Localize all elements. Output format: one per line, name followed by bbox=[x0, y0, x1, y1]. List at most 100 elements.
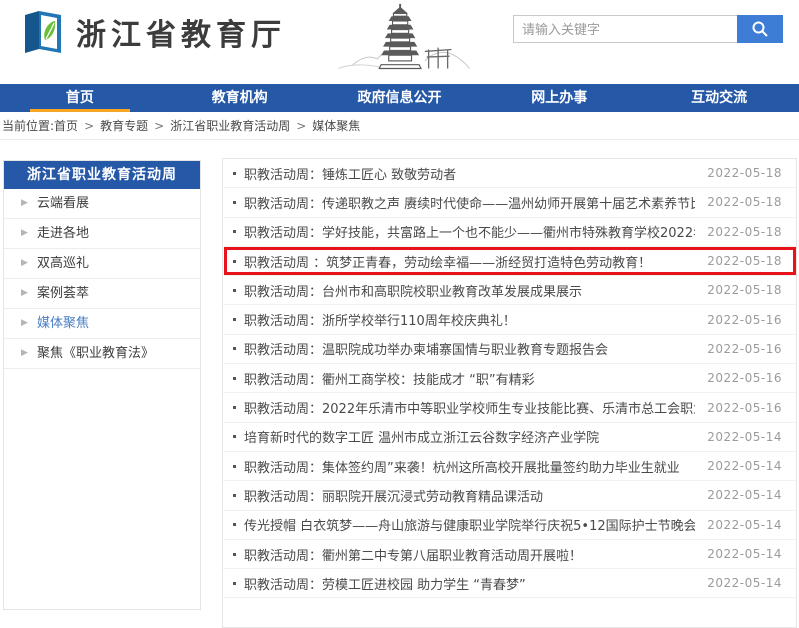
news-list: 职教活动周：锤炼工匠心 致敬劳动者 2022-05-18 职教活动周：传递职教之声 … bbox=[222, 158, 797, 628]
nav-item-首页[interactable]: 首页 bbox=[0, 84, 160, 112]
bullet-icon bbox=[233, 406, 236, 409]
bullet-icon bbox=[233, 553, 236, 556]
sidebar-item-label: 走进各地 bbox=[37, 226, 89, 241]
news-title: 职教活动周：学好技能，共富路上一个也不能少——衢州市特殊教育学校2022年职业教… bbox=[244, 222, 695, 241]
sidebar-item-label: 双高巡礼 bbox=[37, 256, 89, 271]
bullet-icon bbox=[233, 347, 236, 350]
news-date: 2022-05-18 bbox=[707, 283, 782, 297]
bullet-icon bbox=[233, 172, 236, 175]
news-title: 职教活动周：衢州工商学校：技能成才 “职”有精彩 bbox=[244, 369, 695, 388]
triangle-right-icon: ▶ bbox=[21, 249, 28, 278]
triangle-right-icon: ▶ bbox=[21, 309, 28, 338]
sidebar-items: ▶云端看展▶走进各地▶双高巡礼▶案例荟萃▶媒体聚焦▶聚焦《职业教育法》 bbox=[4, 189, 200, 369]
news-date: 2022-05-14 bbox=[707, 459, 782, 473]
news-row[interactable]: 职教活动周：台州市和高职院校职业教育改革发展成果展示 2022-05-18 bbox=[223, 276, 796, 305]
bullet-icon bbox=[233, 377, 236, 380]
news-date: 2022-05-18 bbox=[707, 166, 782, 180]
sidebar-item-label: 聚焦《职业教育法》 bbox=[37, 346, 154, 361]
news-date: 2022-05-16 bbox=[707, 313, 782, 327]
news-title: 职教活动周：台州市和高职院校职业教育改革发展成果展示 bbox=[244, 281, 695, 300]
bullet-icon bbox=[233, 494, 236, 497]
news-title: 职教活动周：丽职院开展沉浸式劳动教育精品课活动 bbox=[244, 486, 695, 505]
news-title: 职教活动周：传递职教之声 赓续时代使命——温州幼师开展第十届艺术素养节比赛暨职业… bbox=[244, 193, 695, 212]
news-date: 2022-05-18 bbox=[707, 195, 782, 209]
news-title: 职教活动周：衢州第二中专第八届职业教育活动周开展啦！ bbox=[244, 545, 695, 564]
news-row[interactable]: 职教活动周：传递职教之声 赓续时代使命——温州幼师开展第十届艺术素养节比赛暨职业… bbox=[223, 188, 796, 217]
search-button[interactable] bbox=[737, 15, 783, 43]
page-header: 浙江省教育厅 bbox=[0, 0, 799, 84]
news-date: 2022-05-16 bbox=[707, 342, 782, 356]
news-row[interactable]: 职教活动周：集体签约周”来袭！杭州这所高校开展批量签约助力毕业生就业 2022-0… bbox=[223, 452, 796, 481]
news-row[interactable]: 职教活动周：温职院成功举办柬埔寨国情与职业教育专题报告会 2022-05-16 bbox=[223, 335, 796, 364]
bullet-icon bbox=[233, 582, 236, 585]
sidebar-item-案例荟萃[interactable]: ▶案例荟萃 bbox=[4, 279, 200, 309]
sidebar-item-label: 媒体聚焦 bbox=[37, 316, 89, 331]
nav-item-互动交流[interactable]: 互动交流 bbox=[639, 84, 799, 112]
breadcrumb-item-首页[interactable]: 首页 bbox=[54, 119, 78, 133]
bullet-icon bbox=[233, 465, 236, 468]
search-input[interactable] bbox=[513, 15, 737, 43]
news-date: 2022-05-18 bbox=[707, 254, 782, 268]
news-row[interactable]: 职教活动周：浙所学校举行110周年校庆典礼！ 2022-05-16 bbox=[223, 305, 796, 334]
triangle-right-icon: ▶ bbox=[21, 219, 28, 248]
sidebar-item-双高巡礼[interactable]: ▶ 双高巡礼 bbox=[4, 249, 200, 279]
pagoda-sketch bbox=[330, 2, 475, 78]
breadcrumb-separator: > bbox=[154, 119, 164, 133]
news-title: 传光授帽 白衣筑梦——舟山旅游与健康职业学院举行庆祝5•12国际护士节晚会 bbox=[244, 515, 695, 534]
nav-item-政府信息公开[interactable]: 政府信息公开 bbox=[320, 84, 480, 112]
news-date: 2022-05-18 bbox=[707, 225, 782, 239]
news-date: 2022-05-14 bbox=[707, 576, 782, 590]
news-date: 2022-05-14 bbox=[707, 547, 782, 561]
sidebar-item-云端看展[interactable]: ▶ 云端看展 bbox=[4, 189, 200, 219]
triangle-right-icon: ▶ bbox=[21, 189, 28, 218]
sidebar-item-label: 云端看展 bbox=[37, 196, 89, 211]
breadcrumb: 当前位置:首页 > 教育专题 > 浙江省职业教育活动周 > 媒体聚焦 bbox=[0, 112, 799, 140]
news-title: 职教活动周：浙所学校举行110周年校庆典礼！ bbox=[244, 310, 695, 329]
main-nav: 首页教育机构政府信息公开网上办事互动交流 bbox=[0, 84, 799, 112]
breadcrumb-item-浙江省职业教育活动周[interactable]: 浙江省职业教育活动周 bbox=[170, 119, 290, 133]
news-title: 职教活动周：温职院成功举办柬埔寨国情与职业教育专题报告会 bbox=[244, 339, 695, 358]
breadcrumb-separator: > bbox=[296, 119, 306, 133]
sidebar-item-走进各地[interactable]: ▶ 走进各地 bbox=[4, 219, 200, 249]
bullet-icon bbox=[233, 260, 236, 263]
news-row[interactable]: 职教活动周：衢州第二中专第八届职业教育活动周开展啦！ 2022-05-14 bbox=[223, 540, 796, 569]
news-row[interactable]: 职教活动周：2022年乐清市中等职业学校师生专业技能比赛、乐清市总工会职业技术学… bbox=[223, 393, 796, 422]
news-row[interactable]: 职教活动周：锤炼工匠心 致敬劳动者 2022-05-18 bbox=[223, 159, 796, 188]
bullet-icon bbox=[233, 230, 236, 233]
news-row[interactable]: 职教活动周：劳模工匠进校园 助力学生 “青春梦” 2022-05-14 bbox=[223, 569, 796, 598]
news-row[interactable]: 培育新时代的数字工匠 温州市成立浙江云谷数字经济产业学院 2022-05-14 bbox=[223, 423, 796, 452]
news-title: 培育新时代的数字工匠 温州市成立浙江云谷数字经济产业学院 bbox=[244, 427, 695, 446]
news-title: 职教活动周：集体签约周”来袭！杭州这所高校开展批量签约助力毕业生就业 bbox=[244, 457, 695, 476]
news-title: 职教活动周：锤炼工匠心 致敬劳动者 bbox=[244, 164, 695, 183]
news-title: 职教活动周 ：筑梦正青春，劳动绘幸福——浙经贸打造特色劳动教育！ bbox=[244, 252, 695, 271]
triangle-right-icon: ▶ bbox=[21, 279, 28, 308]
nav-item-教育机构[interactable]: 教育机构 bbox=[160, 84, 320, 112]
bullet-icon bbox=[233, 523, 236, 526]
news-title: 职教活动周：劳模工匠进校园 助力学生 “青春梦” bbox=[244, 574, 695, 593]
nav-item-网上办事[interactable]: 网上办事 bbox=[479, 84, 639, 112]
news-row[interactable]: 传光授帽 白衣筑梦——舟山旅游与健康职业学院举行庆祝5•12国际护士节晚会 202… bbox=[223, 511, 796, 540]
sidebar-item-媒体聚焦[interactable]: ▶ 媒体聚焦 bbox=[4, 309, 200, 339]
breadcrumb-prefix: 当前位置: bbox=[2, 119, 54, 133]
news-date: 2022-05-14 bbox=[707, 430, 782, 444]
bullet-icon bbox=[233, 201, 236, 204]
triangle-right-icon: ▶ bbox=[21, 339, 28, 368]
news-date: 2022-05-16 bbox=[707, 371, 782, 385]
news-date: 2022-05-14 bbox=[707, 488, 782, 502]
news-date: 2022-05-14 bbox=[707, 518, 782, 532]
news-title: 职教活动周：2022年乐清市中等职业学校师生专业技能比赛、乐清市总工会职业技术学… bbox=[244, 398, 695, 417]
bullet-icon bbox=[233, 289, 236, 292]
breadcrumb-item-媒体聚焦: 媒体聚焦 bbox=[312, 119, 360, 133]
site-logo[interactable]: 浙江省教育厅 bbox=[22, 10, 286, 54]
news-row[interactable]: 职教活动周：衢州工商学校：技能成才 “职”有精彩 2022-05-16 bbox=[223, 364, 796, 393]
sidebar-item-聚焦《职业教育法》[interactable]: ▶ 聚焦《职业教育法》 bbox=[4, 339, 200, 369]
news-row[interactable]: 职教活动周：丽职院开展沉浸式劳动教育精品课活动 2022-05-14 bbox=[223, 481, 796, 510]
breadcrumb-item-教育专题[interactable]: 教育专题 bbox=[100, 119, 148, 133]
bullet-icon bbox=[233, 435, 236, 438]
news-row[interactable]: 职教活动周：学好技能，共富路上一个也不能少——衢州市特殊教育学校2022年职业教… bbox=[223, 218, 796, 247]
site-title: 浙江省教育厅 bbox=[76, 10, 286, 54]
sidebar-title: 浙江省职业教育活动周 bbox=[4, 161, 200, 189]
sidebar: 浙江省职业教育活动周 ▶云端看展▶走进各地▶双高巡礼▶案例荟萃▶媒体聚焦▶聚焦《… bbox=[3, 160, 201, 610]
breadcrumb-separator: > bbox=[84, 119, 94, 133]
news-row[interactable]: 职教活动周 ：筑梦正青春，劳动绘幸福——浙经贸打造特色劳动教育！ 2022-05-… bbox=[223, 247, 796, 276]
